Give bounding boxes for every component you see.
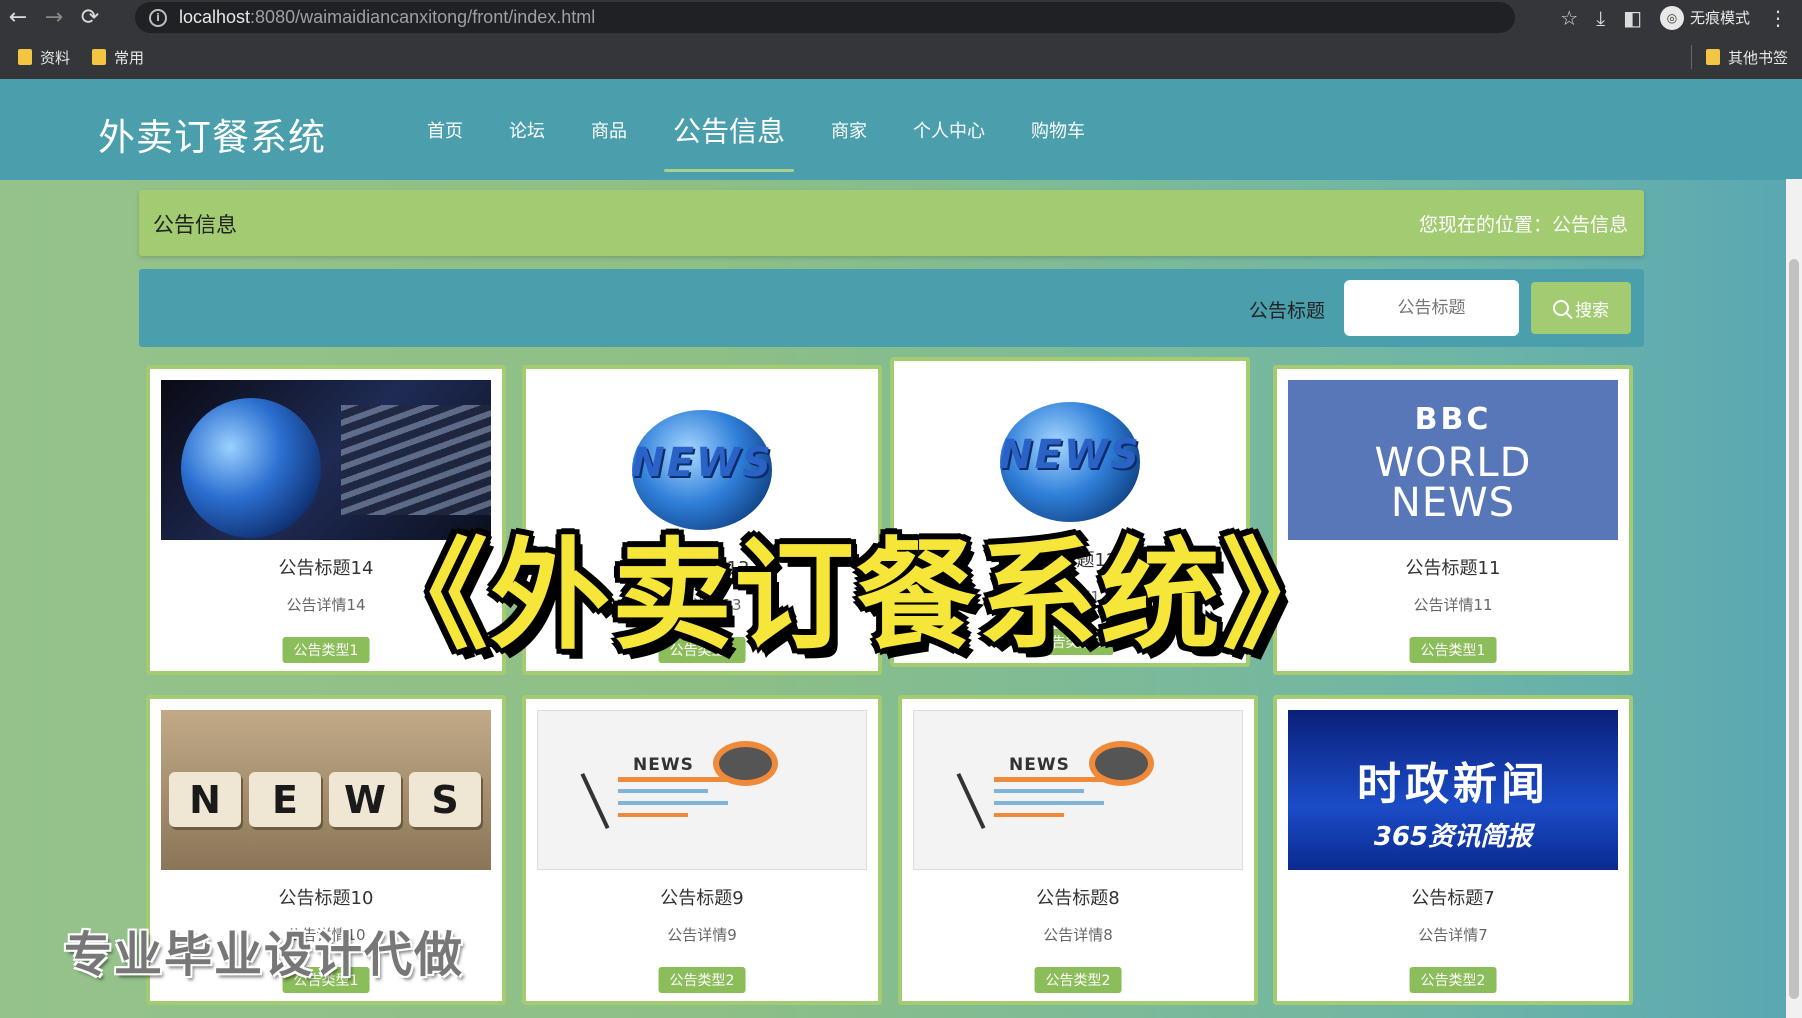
announcement-card[interactable]: 时政新闻 365资讯简报 公告标题7 公告详情7 公告类型2: [1273, 695, 1633, 1005]
nav-home[interactable]: 首页: [404, 79, 486, 180]
news-paper-image: NEWS: [913, 710, 1243, 870]
bookmark-folder[interactable]: 资料: [18, 47, 70, 68]
announcement-detail: 公告详情8: [1043, 926, 1113, 944]
page-scrollbar[interactable]: [1786, 179, 1802, 1018]
letter-block: W: [329, 772, 401, 827]
thumb-headline: 时政新闻: [1357, 759, 1549, 810]
nav-forum[interactable]: 论坛: [486, 79, 568, 180]
letter-block: E: [249, 772, 321, 827]
news-blocks-image: N E W S: [161, 710, 491, 870]
thumb-text: NEWS: [1009, 755, 1070, 775]
site-header: 外卖订餐系统 首页 论坛 商品 公告信息 商家 个人中心 购物车: [0, 79, 1802, 180]
folder-icon: [18, 49, 32, 65]
announcement-title: 公告标题10: [278, 888, 374, 909]
incognito-indicator[interactable]: ◎ 无痕模式: [1659, 5, 1750, 30]
watermark-subtitle: 专业毕业设计代做: [64, 927, 465, 983]
url-text[interactable]: localhost:8080/waimaidiancanxitong/front…: [179, 7, 595, 28]
current-location: 您现在的位置：公告信息: [1418, 214, 1628, 236]
announcement-type-badge: 公告类型2: [1034, 967, 1122, 993]
download-icon[interactable]: ⤓: [1596, 6, 1605, 30]
page-title: 公告信息: [153, 213, 237, 237]
announcement-card[interactable]: NEWS 公告标题9 公告详情9 公告类型2: [522, 695, 882, 1005]
letter-block: N: [169, 772, 241, 827]
search-label: 公告标题: [1249, 300, 1326, 322]
browser-actions: ☆ ⤓ ◧ ◎ 无痕模式 ⋮: [1560, 0, 1802, 35]
bookmarks-bar: 资料 常用 其他书签: [0, 35, 1802, 79]
announcement-card[interactable]: NEWS 公告标题8 公告详情8 公告类型2: [898, 695, 1258, 1005]
incognito-label: 无痕模式: [1689, 9, 1750, 27]
news-paper-image: NEWS: [537, 710, 867, 870]
search-button[interactable]: 搜索: [1531, 282, 1631, 334]
announcement-title: 公告标题8: [1036, 888, 1120, 909]
nav-user-center[interactable]: 个人中心: [890, 79, 1008, 180]
announcement-type-badge: 公告类型1: [282, 637, 370, 663]
search-input[interactable]: [1344, 280, 1519, 336]
bookmark-folder[interactable]: 常用: [92, 47, 144, 68]
announcement-type-badge: 公告类型2: [658, 967, 746, 993]
search-button-label: 搜索: [1575, 300, 1609, 321]
incognito-icon: ◎: [1659, 5, 1684, 30]
politics-news-image: 时政新闻 365资讯简报: [1288, 710, 1618, 870]
browser-menu-icon[interactable]: ⋮: [1768, 6, 1788, 30]
bookmark-star-icon[interactable]: ☆: [1560, 6, 1578, 30]
bbc-logo-text: BBC: [1414, 402, 1492, 437]
announcement-type-badge: 公告类型1: [1409, 637, 1497, 663]
announcement-type-badge: 公告类型2: [1409, 967, 1497, 993]
site-brand[interactable]: 外卖订餐系统: [98, 107, 326, 161]
back-icon[interactable]: ←: [0, 0, 36, 35]
scrollbar-thumb[interactable]: [1789, 259, 1799, 999]
announcement-detail: 公告详情7: [1418, 926, 1488, 944]
browser-toolbar: ← → ⟳ i localhost:8080/waimaidiancanxito…: [0, 0, 1802, 35]
thumb-subline: 365资讯简报: [1373, 822, 1533, 852]
other-bookmarks-label: 其他书签: [1727, 48, 1788, 67]
search-panel: 公告标题 搜索: [139, 269, 1644, 347]
other-bookmarks[interactable]: 其他书签: [1705, 35, 1788, 79]
announcement-title: 公告标题9: [660, 888, 744, 909]
folder-icon: [92, 49, 107, 65]
letter-block: S: [409, 772, 481, 827]
forward-icon[interactable]: →: [36, 0, 72, 35]
announcement-detail: 公告详情9: [667, 926, 737, 944]
address-bar[interactable]: i localhost:8080/waimaidiancanxitong/fro…: [135, 2, 1515, 33]
nav-merchants[interactable]: 商家: [808, 79, 890, 180]
announcement-title: 公告标题7: [1411, 888, 1495, 909]
breadcrumb: 公告信息 您现在的位置：公告信息: [139, 190, 1644, 256]
video-overlay-title: 《外卖订餐系统》: [368, 527, 1344, 666]
main-nav: 首页 论坛 商品 公告信息 商家 个人中心 购物车: [404, 79, 1108, 180]
url-path: :8080/waimaidiancanxitong/front/index.ht…: [250, 7, 596, 27]
bookmark-label: 常用: [114, 48, 145, 67]
thumb-text: NEWS: [633, 755, 694, 775]
nav-announcements[interactable]: 公告信息: [650, 79, 808, 180]
side-panel-icon[interactable]: ◧: [1623, 6, 1642, 30]
info-icon[interactable]: i: [149, 8, 167, 27]
bookmark-label: 资料: [40, 48, 71, 67]
bookmark-separator: [1691, 45, 1692, 69]
nav-cart[interactable]: 购物车: [1008, 79, 1108, 180]
nav-products[interactable]: 商品: [568, 79, 650, 180]
reload-icon[interactable]: ⟳: [72, 0, 108, 35]
thumb-text: NEWS: [631, 440, 773, 486]
thumb-text: NEWS: [999, 432, 1141, 478]
search-icon: [1553, 300, 1569, 316]
url-host: localhost: [179, 7, 251, 27]
folder-icon: [1705, 49, 1720, 65]
